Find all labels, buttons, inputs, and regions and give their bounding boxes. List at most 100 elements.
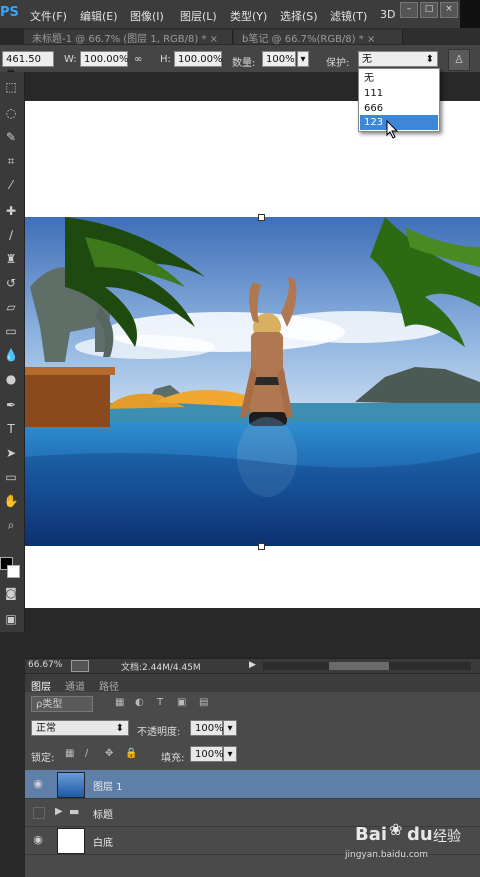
screen-mode-icon[interactable]: ▣	[2, 610, 20, 628]
background-color-swatch[interactable]	[7, 565, 20, 578]
chevron-updown-icon: ⬍	[115, 723, 124, 734]
eye-icon[interactable]: ◉	[31, 778, 45, 790]
protect-option-none[interactable]: 无	[360, 71, 438, 86]
menu-layer[interactable]: 图层(L)	[180, 8, 217, 24]
marquee-tool-icon[interactable]: ⬚	[2, 78, 20, 96]
width-field[interactable]: 100.00%	[80, 51, 129, 67]
zoom-tool-icon[interactable]: ⌕	[2, 516, 20, 534]
transform-handle-bottom[interactable]	[258, 543, 265, 550]
menu-filter[interactable]: 滤镜(T)	[330, 8, 367, 24]
healing-brush-tool-icon[interactable]: ✚	[2, 202, 20, 220]
menu-image[interactable]: 图像(I)	[130, 8, 164, 24]
x-position-field[interactable]: 461.50 像	[2, 51, 54, 81]
opacity-label: 不透明度:	[137, 727, 181, 738]
protect-option-111[interactable]: 111	[360, 86, 438, 101]
layer-name: 标题	[93, 810, 113, 821]
status-menu-arrow-icon[interactable]: ▶	[249, 660, 256, 670]
app-logo: PS	[0, 5, 19, 20]
filter-pixel-icon[interactable]: ▦	[115, 697, 124, 708]
clone-stamp-tool-icon[interactable]: ♜	[2, 250, 20, 268]
tools-panel: ⬚ ◌ ✎ ⌗ ⁄ ✚ ∕ ♜ ↺ ▱ ▭ 💧 ● ✒ T ➤ ▭ ✋ ⌕ ◙ …	[0, 72, 25, 632]
lock-label: 锁定:	[31, 753, 55, 764]
quick-select-tool-icon[interactable]: ✎	[2, 128, 20, 146]
opacity-dropdown-icon[interactable]: ▾	[223, 720, 237, 736]
zoom-level[interactable]: 66.67%	[28, 660, 62, 670]
hand-tool-icon[interactable]: ✋	[2, 492, 20, 510]
menu-3d[interactable]: 3D	[380, 8, 395, 21]
amount-field[interactable]: 100%	[262, 51, 296, 67]
lock-pixels-icon[interactable]: ∕	[85, 748, 88, 759]
filter-smart-object-icon[interactable]: ▤	[199, 697, 208, 708]
pen-tool-icon[interactable]: ✒	[2, 396, 20, 414]
scrollbar-thumb[interactable]	[329, 662, 389, 670]
protect-skin-tones-icon[interactable]: ♙	[448, 49, 470, 71]
menu-type[interactable]: 类型(Y)	[230, 8, 267, 24]
folder-icon: ▬	[69, 805, 80, 818]
layer-image-beach-pool[interactable]	[25, 217, 480, 546]
paw-icon: ❀	[389, 820, 403, 839]
mouse-cursor-icon	[386, 120, 399, 139]
crop-tool-icon[interactable]: ⌗	[2, 152, 20, 170]
lock-transparent-icon[interactable]: ▦	[65, 748, 74, 759]
watermark-brand-2: du	[407, 824, 433, 845]
protect-option-666[interactable]: 666	[360, 101, 438, 116]
transform-handle-top[interactable]	[258, 214, 265, 221]
menu-edit[interactable]: 编辑(E)	[80, 8, 118, 24]
history-brush-tool-icon[interactable]: ↺	[2, 274, 20, 292]
filter-shape-icon[interactable]: ▣	[177, 697, 186, 708]
eyedropper-tool-icon[interactable]: ⁄	[2, 176, 20, 194]
link-icon[interactable]: ∞	[134, 54, 142, 65]
path-select-tool-icon[interactable]: ➤	[2, 444, 20, 462]
amount-dropdown-icon[interactable]: ▾	[297, 51, 309, 67]
watermark-brand: Bai	[355, 824, 388, 845]
layer-row-layer1[interactable]: ◉ 图层 1	[25, 770, 480, 799]
search-icon[interactable]	[460, 0, 480, 28]
layer-filter-select[interactable]: ρ类型	[31, 696, 93, 712]
close-icon[interactable]: ×	[440, 2, 458, 18]
dodge-tool-icon[interactable]: ●	[2, 370, 20, 388]
tab-untitled-1[interactable]: 未标题-1 @ 66.7% (图层 1, RGB/8) * ×	[24, 30, 233, 45]
minimize-icon[interactable]: –	[400, 2, 418, 18]
status-bar: 66.67% 文档:2.44M/4.45M ▶	[25, 658, 480, 673]
layer-name: 图层 1	[93, 782, 123, 793]
fill-field[interactable]: 100%	[190, 746, 224, 762]
eraser-tool-icon[interactable]: ▱	[2, 298, 20, 316]
opacity-field[interactable]: 100%	[190, 720, 224, 736]
type-tool-icon[interactable]: T	[2, 420, 20, 438]
visibility-off-box[interactable]	[33, 807, 45, 819]
menu-bar: PS 文件(F) 编辑(E) 图像(I) 图层(L) 类型(Y) 选择(S) 滤…	[0, 0, 480, 28]
blur-tool-icon[interactable]: 💧	[2, 346, 20, 364]
protect-label: 保护:	[326, 58, 350, 69]
tab-layers[interactable]: 图层	[31, 678, 51, 693]
tab-channels[interactable]: 通道	[65, 678, 85, 693]
gradient-tool-icon[interactable]: ▭	[2, 322, 20, 340]
lock-position-icon[interactable]: ✥	[105, 748, 113, 759]
height-field[interactable]: 100.00%	[174, 51, 223, 67]
fill-label: 填充:	[161, 753, 185, 764]
horizontal-scrollbar[interactable]	[263, 662, 471, 670]
layer-name: 白底	[93, 838, 113, 849]
maximize-icon[interactable]: □	[420, 2, 438, 18]
menu-select[interactable]: 选择(S)	[280, 8, 318, 24]
menu-file[interactable]: 文件(F)	[30, 8, 67, 24]
status-preview-icon[interactable]	[71, 660, 89, 672]
quick-mask-icon[interactable]: ◙	[2, 584, 20, 602]
filter-adjustment-icon[interactable]: ◐	[135, 697, 144, 708]
layer-thumbnail	[57, 828, 85, 854]
filter-type-icon[interactable]: T	[157, 697, 163, 708]
protect-select[interactable]: 无 ⬍	[358, 51, 438, 67]
lock-all-icon[interactable]: 🔒	[125, 748, 137, 759]
fill-dropdown-icon[interactable]: ▾	[223, 746, 237, 762]
eye-icon[interactable]: ◉	[31, 834, 45, 846]
protect-selected-value: 无	[362, 54, 372, 65]
expand-arrow-icon[interactable]: ▶	[55, 806, 63, 817]
lasso-tool-icon[interactable]: ◌	[2, 104, 20, 122]
tab-b-notes[interactable]: b笔记 @ 66.7%(RGB/8) * ×	[234, 30, 403, 45]
blend-mode-select[interactable]: 正常 ⬍	[31, 720, 129, 736]
brush-tool-icon[interactable]: ∕	[2, 226, 20, 244]
chevron-updown-icon: ⬍	[425, 54, 434, 65]
tab-paths[interactable]: 路径	[99, 678, 119, 693]
document-size-info: 文档:2.44M/4.45M	[121, 663, 201, 673]
shape-tool-icon[interactable]: ▭	[2, 468, 20, 486]
watermark-url: jingyan.baidu.com	[345, 850, 429, 860]
